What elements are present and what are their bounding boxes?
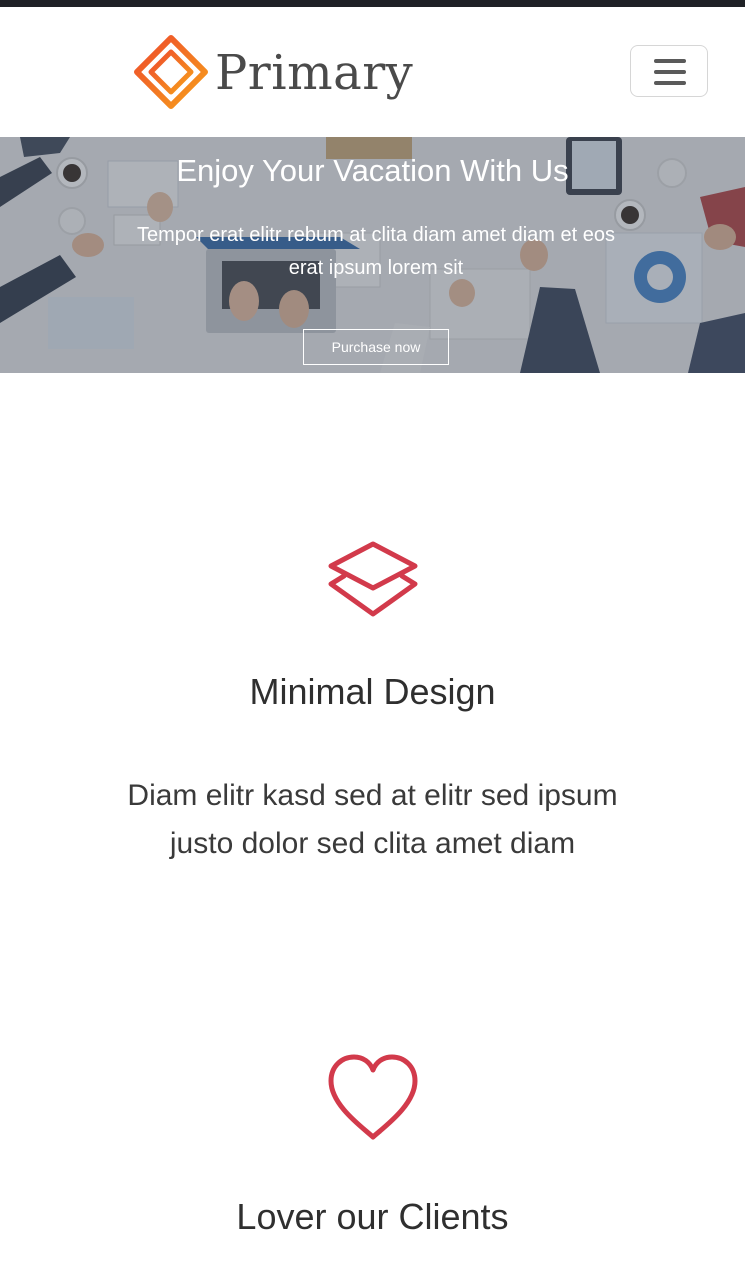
heart-icon	[328, 1054, 417, 1140]
feature-minimal-design: Minimal Design Diam elitr kasd sed at el…	[0, 540, 745, 868]
layers-icon	[328, 541, 417, 617]
hero-banner: Enjoy Your Vacation With Us Tempor erat …	[0, 137, 745, 373]
diamond-logo-icon	[134, 35, 208, 109]
hamburger-menu-icon	[654, 59, 686, 85]
feature-title: Minimal Design	[249, 671, 496, 712]
hero-subtitle: Tempor erat elitr rebum at clita diam am…	[137, 224, 615, 279]
menu-toggle-button[interactable]	[630, 45, 708, 97]
brand-link[interactable]: Primary	[133, 35, 413, 109]
top-status-strip	[0, 0, 745, 7]
navbar: Primary	[0, 7, 745, 137]
purchase-now-button[interactable]: Purchase now	[303, 329, 449, 365]
feature-title: Lover our Clients	[236, 1196, 509, 1237]
feature-description: Diam elitr kasd sed at elitr sed ipsum j…	[127, 779, 618, 860]
feature-lover-our-clients: Lover our Clients	[0, 1053, 745, 1239]
brand-name: Primary	[215, 45, 414, 101]
hero-title: Enjoy Your Vacation With Us	[176, 153, 569, 188]
